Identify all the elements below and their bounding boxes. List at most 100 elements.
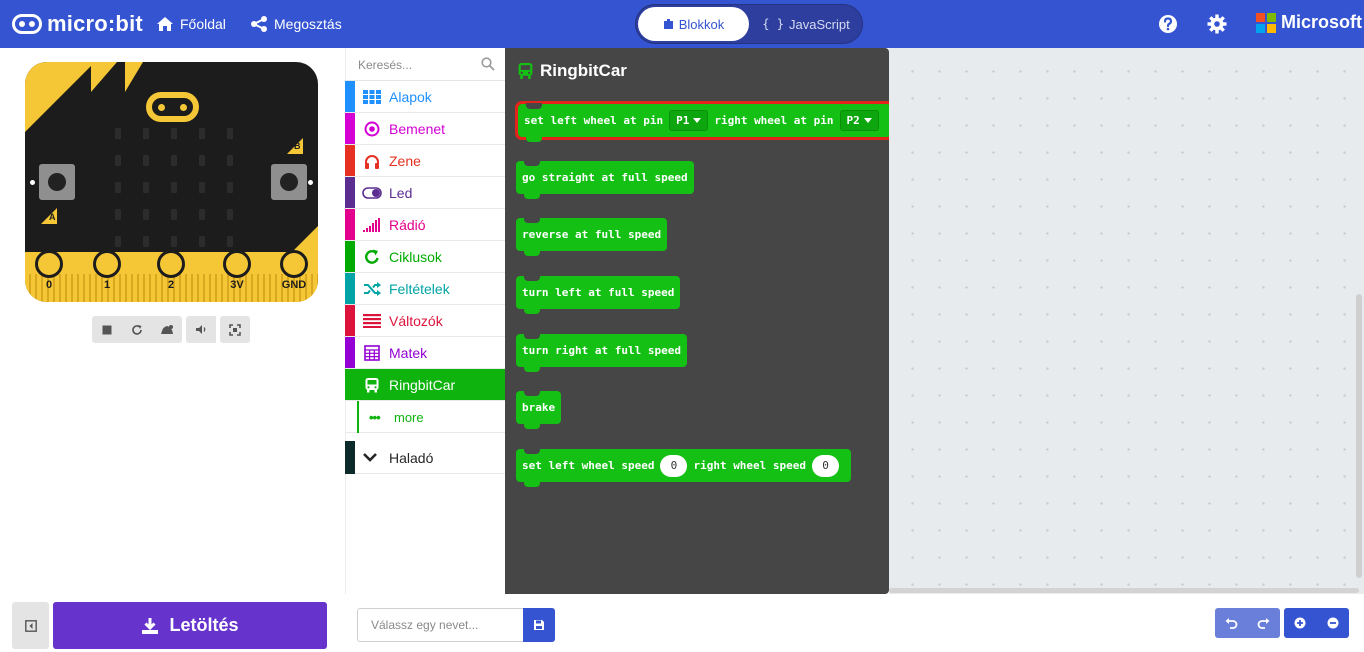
corner-decoration [91,62,117,92]
restart-button[interactable] [122,316,152,343]
category-bemenet[interactable]: Bemenet [345,113,505,145]
microbit-logo[interactable]: micro:bit [12,10,143,38]
grid-icon [362,87,382,107]
blocks-tab-label: Blokkok [678,16,725,32]
undo-redo-group [1215,608,1280,638]
category-label: Feltételek [389,281,450,297]
zoom-out-button[interactable] [1317,608,1350,638]
led-pixel [143,236,149,247]
download-button[interactable]: Letöltés [53,602,327,649]
target-icon [362,119,382,139]
led-pixel [227,209,233,220]
category-label: Alapok [389,89,432,105]
corner-decoration [25,62,95,132]
javascript-tab[interactable]: { } JavaScript [752,7,860,41]
lines-icon [362,311,382,331]
toolbox-search[interactable]: Keresés... [345,48,505,81]
help-button[interactable] [1157,13,1179,35]
block-reverse[interactable]: reverse at full speed [516,217,668,256]
button-b[interactable] [271,164,307,200]
blocks-workspace[interactable] [889,48,1364,594]
block-turn-left[interactable]: turn left at full speed [516,275,681,314]
blocks-tab[interactable]: Blokkok [638,7,749,41]
category-color-bar [345,241,355,272]
save-button[interactable] [523,608,555,642]
left-speed-input[interactable]: 0 [660,454,688,477]
pin-label: 1 [103,279,111,291]
project-name-input[interactable] [357,608,523,642]
audio-button[interactable] [186,316,216,343]
zoom-in-button[interactable] [1284,608,1317,638]
shuffle-icon [362,279,382,299]
left-pin-dropdown[interactable]: P1 [669,110,709,131]
category-color-bar [345,305,355,336]
collapse-simulator-button[interactable] [12,602,49,649]
settings-button[interactable] [1206,13,1228,35]
pin-gnd[interactable] [280,250,308,278]
led-pixel [199,182,205,193]
minus-circle-icon [1327,617,1339,629]
flyout-title-text: RingbitCar [540,61,627,80]
slow-motion-button[interactable] [152,316,182,343]
category-matek[interactable]: Matek [345,337,505,369]
home-button[interactable]: Főoldal [156,12,226,36]
block-set-wheel-speed[interactable]: set left wheel speed 0 right wheel speed… [516,448,852,487]
pin-3v[interactable] [223,250,251,278]
category-ringbitcar[interactable]: RingbitCar [345,369,505,401]
category-radio[interactable]: Rádió [345,209,505,241]
puzzle-icon [663,18,674,30]
pin-0[interactable] [35,250,63,278]
redo-button[interactable] [1248,608,1281,638]
pin-1[interactable] [93,250,121,278]
undo-button[interactable] [1215,608,1248,638]
category-color-bar [345,113,355,144]
block-text: set left wheel at pin [524,114,664,127]
pin-2[interactable] [157,250,185,278]
workspace-vertical-scrollbar[interactable] [1356,294,1362,578]
category-zene[interactable]: Zene [345,145,505,177]
category-ciklusok[interactable]: Ciklusok [345,241,505,273]
microbit-simulator: A B 0 1 2 3V GND [25,62,318,302]
workspace-horizontal-scrollbar[interactable] [889,588,1359,593]
button-b-label-tag: B [287,138,303,154]
led-pixel [199,209,205,220]
flyout-title: RingbitCar [517,61,627,81]
category-alapok[interactable]: Alapok [345,81,505,113]
led-pixel [143,182,149,193]
category-feltetelek[interactable]: Feltételek [345,273,505,305]
category-more[interactable]: ••• more [345,401,505,433]
led-pixel [115,128,121,139]
fullscreen-icon [229,323,241,336]
search-placeholder: Keresés... [358,58,413,72]
led-pixel [171,155,177,166]
more-dots-icon: ••• [369,410,381,425]
button-a[interactable] [39,164,75,200]
category-label: Ciklusok [389,249,442,265]
block-go-straight[interactable]: go straight at full speed [516,160,694,199]
header-bar: micro:bit Főoldal Megosztás Blokkok { } … [0,0,1364,48]
category-color-bar [345,81,355,112]
category-color-bar [357,401,359,433]
block-turn-right[interactable]: turn right at full speed [516,333,687,372]
search-icon[interactable] [481,57,495,71]
block-text: right wheel speed [693,459,807,472]
category-advanced[interactable]: Haladó [345,441,505,474]
block-flyout: RingbitCar set left wheel at pin P1 righ… [505,48,894,594]
category-valtozok[interactable]: Változók [345,305,505,337]
share-button[interactable]: Megosztás [250,12,342,36]
microsoft-logo[interactable]: Microsoft [1256,12,1362,33]
right-speed-input[interactable]: 0 [812,454,840,477]
block-brake[interactable]: brake [516,390,562,429]
category-color-bar [345,177,355,208]
fullscreen-button[interactable] [220,316,250,343]
stop-button[interactable] [92,316,122,343]
pin-label: 0 [45,279,53,291]
category-led[interactable]: Led [345,177,505,209]
category-color-bar [345,441,355,474]
block-set-wheel-pins[interactable]: set left wheel at pin P1 right wheel at … [515,101,894,142]
right-pin-dropdown[interactable]: P2 [839,110,879,131]
zoom-group [1284,608,1349,638]
braces-icon: { } [762,17,784,31]
block-text: set left wheel speed [522,459,655,472]
simulator-logo-icon[interactable] [146,92,199,122]
